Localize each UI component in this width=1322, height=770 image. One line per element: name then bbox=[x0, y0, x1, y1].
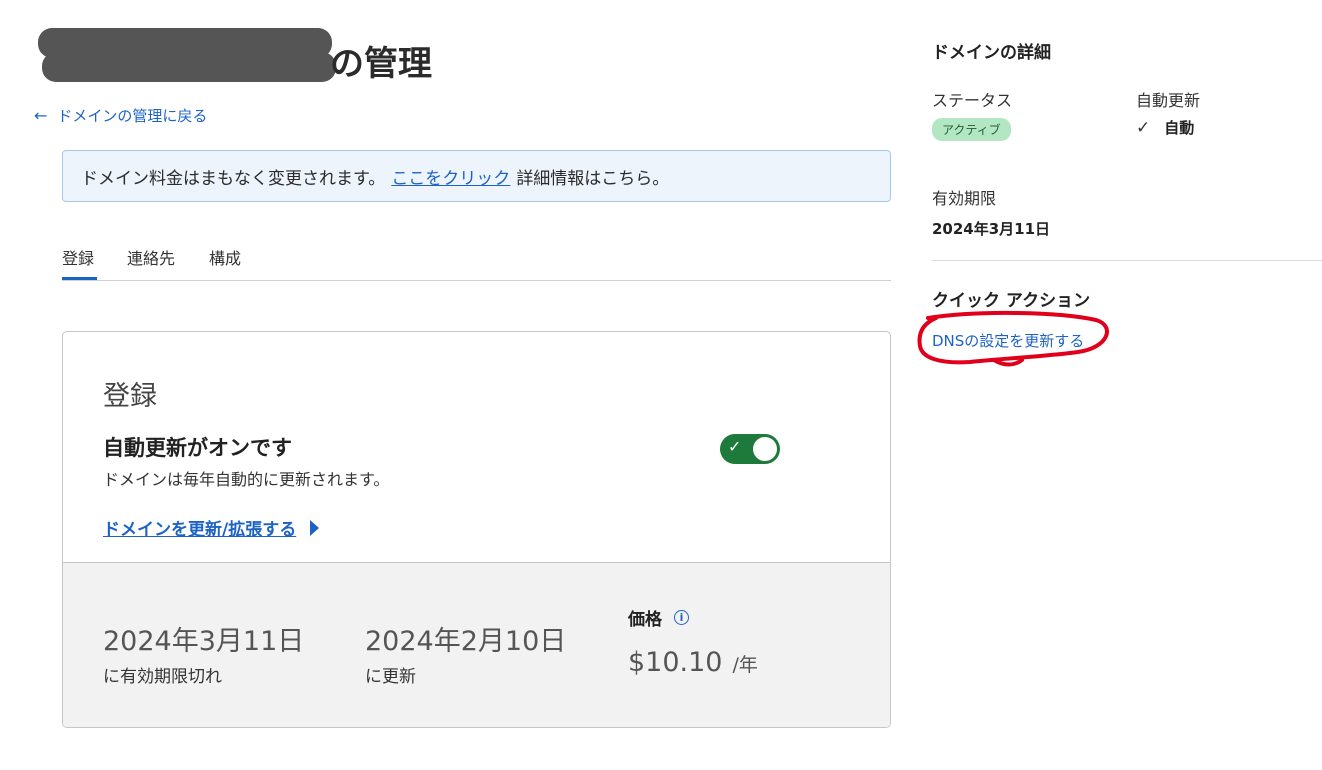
toggle-knob bbox=[753, 437, 777, 461]
tabs-divider bbox=[62, 280, 891, 281]
annotation-circle bbox=[917, 310, 1109, 367]
price-unit: /年 bbox=[732, 654, 758, 676]
page-title-suffix: の管理 bbox=[330, 44, 432, 84]
price-row: $10.10 /年 bbox=[628, 647, 758, 678]
renew-extend-link-row[interactable]: ドメインを更新/拡張する bbox=[103, 515, 320, 540]
arrow-left-icon: ← bbox=[34, 106, 48, 125]
tab-configuration[interactable]: 構成 bbox=[209, 245, 241, 269]
caret-right-icon bbox=[310, 519, 320, 536]
auto-renew-title: 自動更新がオンです bbox=[103, 436, 292, 460]
price-value: $10.10 bbox=[628, 647, 723, 678]
status-badge: アクティブ bbox=[932, 118, 1011, 141]
sidebar-expiry-label: 有効期限 bbox=[932, 189, 997, 208]
active-tab-indicator bbox=[62, 277, 97, 280]
sidebar-divider bbox=[932, 260, 1322, 261]
expiry-label: に有効期限切れ bbox=[103, 667, 222, 687]
tab-contacts[interactable]: 連絡先 bbox=[127, 245, 175, 269]
registration-summary: 2024年3月11日 に有効期限切れ 2024年2月10日 に更新 価格 i $… bbox=[63, 562, 890, 727]
expiry-date: 2024年3月11日 bbox=[103, 626, 305, 657]
renew-label: に更新 bbox=[365, 667, 416, 687]
price-label: 価格 bbox=[628, 610, 662, 630]
checkmark-icon: ✓ bbox=[728, 437, 742, 456]
price-header: 価格 i bbox=[628, 605, 689, 630]
tab-registration[interactable]: 登録 bbox=[62, 245, 94, 269]
notice-click-here-link[interactable]: ここをクリック bbox=[391, 164, 510, 189]
notice-more-info: 詳細情報はこちら。 bbox=[516, 168, 670, 189]
registration-heading: 登録 bbox=[103, 381, 157, 412]
redacted-domain-name-lower bbox=[42, 52, 336, 82]
renew-date: 2024年2月10日 bbox=[365, 626, 567, 657]
price-change-notice: ドメイン料金はまもなく変更されます。 ここをクリック 詳細情報はこちら。 bbox=[62, 150, 891, 202]
sidebar-auto-renew-value-row: ✓ 自動 bbox=[1136, 117, 1194, 138]
check-icon: ✓ bbox=[1136, 117, 1151, 138]
info-icon[interactable]: i bbox=[674, 610, 689, 625]
back-to-domain-management-link[interactable]: ← ドメインの管理に戻る bbox=[34, 105, 207, 126]
notice-text: ドメイン料金はまもなく変更されます。 bbox=[81, 168, 386, 189]
renew-extend-domain-link[interactable]: ドメインを更新/拡張する bbox=[103, 515, 296, 540]
auto-renew-description: ドメインは毎年自動的に更新されます。 bbox=[103, 470, 390, 489]
sidebar-auto-renew-value: 自動 bbox=[1164, 119, 1195, 137]
auto-renew-toggle[interactable]: ✓ bbox=[720, 434, 780, 464]
sidebar-expiry-value: 2024年3月11日 bbox=[932, 220, 1051, 238]
status-label: ステータス bbox=[932, 91, 1013, 110]
sidebar-auto-renew-label: 自動更新 bbox=[1136, 91, 1201, 110]
back-link-label: ドメインの管理に戻る bbox=[57, 107, 208, 125]
registration-card: 登録 自動更新がオンです ドメインは毎年自動的に更新されます。 ✓ ドメインを更… bbox=[62, 331, 891, 728]
domain-details-heading: ドメインの詳細 bbox=[932, 43, 1051, 63]
